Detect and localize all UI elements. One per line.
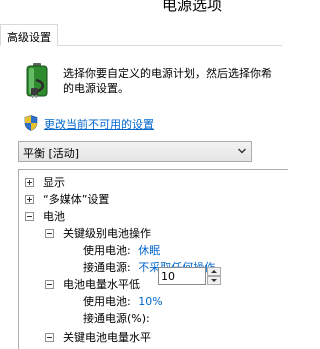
- chevron-up-icon: [211, 270, 217, 273]
- tab-strip: 高级设置: [0, 22, 282, 46]
- spin-up-button[interactable]: [207, 267, 221, 276]
- power-plan-select[interactable]: 平衡 [活动]: [18, 141, 252, 162]
- collapse-toggle-icon[interactable]: [25, 212, 34, 221]
- window-title: 电源选项: [162, 0, 223, 14]
- collapse-toggle-icon[interactable]: [45, 229, 54, 238]
- tab-advanced-settings[interactable]: 高级设置: [0, 24, 58, 46]
- setting-low-level-on-battery[interactable]: 使用电池: 10%: [83, 293, 163, 311]
- intro-text: 选择你要自定义的电源计划，然后选择你希 的电源设置。: [63, 66, 288, 96]
- on-battery-label: 使用电池:: [83, 244, 131, 257]
- setting-low-level-plugged-in: 接通电源(%):: [83, 310, 150, 328]
- uac-shield-icon: [24, 115, 38, 131]
- chevron-down-icon: [211, 279, 217, 282]
- collapse-toggle-icon[interactable]: [45, 280, 54, 289]
- percent-spinner[interactable]: [207, 267, 221, 285]
- expand-toggle-icon[interactable]: [25, 195, 34, 204]
- setting-critical-action-on-battery[interactable]: 使用电池: 休眠: [83, 242, 160, 260]
- expand-toggle-icon[interactable]: [25, 178, 34, 187]
- on-battery-value[interactable]: 10%: [138, 295, 162, 308]
- intro-line-1: 选择你要自定义的电源计划，然后选择你希: [63, 67, 272, 80]
- advanced-settings-panel: 选择你要自定义的电源计划，然后选择你希 的电源设置。 更改当前不可用的设置 平衡…: [0, 46, 288, 349]
- chevron-down-icon: [238, 148, 246, 154]
- on-battery-label: 使用电池:: [83, 295, 131, 308]
- plugged-in-percent-field[interactable]: [161, 269, 203, 283]
- plugged-in-label: 接通电源(%):: [83, 312, 150, 325]
- tree-item-battery-label: 电池: [43, 210, 65, 223]
- plugged-in-label: 接通电源:: [83, 261, 131, 274]
- tree-item-critical-action-label: 关键级别电池操作: [63, 227, 151, 240]
- title-bar: 电源选项: [0, 0, 282, 22]
- change-unavailable-settings-link[interactable]: 更改当前不可用的设置: [44, 116, 154, 132]
- tree-item-critical-level-label: 关键电池电量水平: [63, 331, 151, 344]
- intro-line-2: 的电源设置。: [63, 82, 129, 95]
- plugged-in-percent-input[interactable]: [158, 267, 206, 285]
- spin-down-button[interactable]: [207, 276, 221, 285]
- on-battery-value[interactable]: 休眠: [138, 244, 160, 257]
- power-plan-value: 平衡 [活动]: [23, 147, 80, 160]
- tree-item-multimedia-label: “多媒体”设置: [43, 193, 110, 206]
- tab-advanced-settings-label: 高级设置: [7, 31, 51, 44]
- battery-plug-icon: [26, 63, 48, 98]
- settings-tree[interactable]: 显示 “多媒体”设置 电池 关键级别电池操作 使用电池: 休眠 接通电源: 不采…: [18, 169, 288, 349]
- tree-item-display-label: 显示: [43, 176, 65, 189]
- tree-item-low-level-label: 电池电量水平低: [63, 278, 140, 291]
